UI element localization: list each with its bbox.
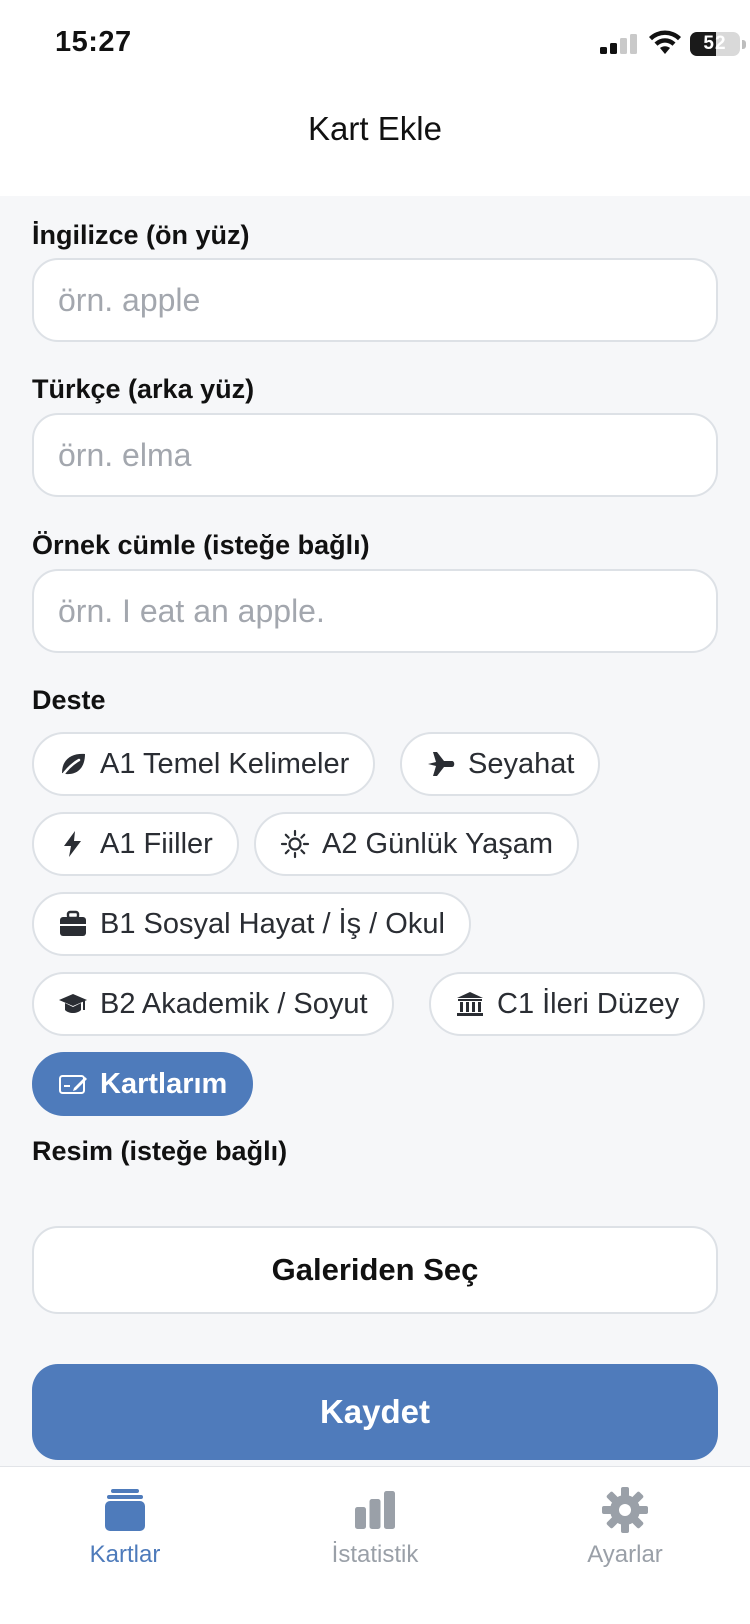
status-bar: 15:27 52 [0,0,750,92]
tab-label: İstatistik [331,1541,419,1568]
wifi-icon [649,30,681,54]
battery-level: 52 [703,33,727,54]
tab-istatistik[interactable]: İstatistik [250,1467,500,1587]
deck-chip-label: A2 Günlük Yaşam [322,827,554,860]
deck-chip-label: Seyahat [468,747,575,780]
tab-label: Ayarlar [587,1541,663,1568]
gear-icon [602,1487,648,1533]
cards-icon [105,1489,145,1531]
graduation-cap-icon [59,994,87,1013]
save-button[interactable]: Kaydet [32,1364,718,1460]
briefcase-icon [60,910,86,936]
institution-icon [457,992,483,1016]
airplane-icon [428,752,455,776]
tab-label: Kartlar [89,1541,161,1568]
front-input[interactable] [32,258,718,342]
deck-chip-b1-sosyal-hayat[interactable]: B1 Sosyal Hayat / İş / Okul [32,892,471,956]
page-title: Kart Ekle [308,110,442,147]
edit-card-icon [59,1075,87,1094]
battery-nub [742,40,746,49]
deck-chip-label: A1 Temel Kelimeler [100,747,350,780]
deck-chip-label: C1 İleri Düzey [497,987,680,1020]
cellular-signal-icon [600,34,637,54]
front-label: İngilizce (ön yüz) [32,220,250,250]
navigation-bar: Kart Ekle [0,92,750,196]
tab-bar: Kartlar İstatistik Ayarlar [0,1466,750,1624]
deck-chip-c1-ileri-duzey[interactable]: C1 İleri Düzey [429,972,706,1036]
deck-chip-b2-akademik[interactable]: B2 Akademik / Soyut [32,972,394,1036]
deck-chip-a1-temel-kelimeler[interactable]: A1 Temel Kelimeler [32,732,376,796]
back-input[interactable] [32,413,718,497]
example-input[interactable] [32,569,718,653]
tab-kartlar[interactable]: Kartlar [0,1467,250,1587]
deck-label: Deste [32,685,106,715]
image-label: Resim (isteğe bağlı) [32,1136,288,1166]
battery-icon: 52 [690,32,740,56]
add-card-form: İngilizce (ön yüz) Türkçe (arka yüz) Örn… [0,196,750,1466]
sun-icon [280,829,310,859]
deck-chip-a1-fiiller[interactable]: A1 Fiiller [32,812,239,876]
choose-from-gallery-button[interactable]: Galeriden Seç [32,1226,718,1314]
deck-chip-label: B1 Sosyal Hayat / İş / Okul [100,907,445,940]
deck-chip-seyahat[interactable]: Seyahat [400,732,601,796]
bar-chart-icon [355,1491,395,1529]
deck-chip-label: Kartlarım [100,1067,228,1100]
leaf-icon [60,753,85,778]
example-label: Örnek cümle (isteğe bağlı) [32,530,370,560]
deck-chip-label: A1 Fiiller [100,827,213,860]
deck-chip-label: B2 Akademik / Soyut [100,987,368,1020]
deck-chip-kartlarim[interactable]: Kartlarım [32,1052,254,1116]
deck-chip-a2-gunluk-yasam[interactable]: A2 Günlük Yaşam [254,812,580,876]
back-label: Türkçe (arka yüz) [32,374,255,404]
lightning-icon [64,831,81,857]
status-time: 15:27 [55,26,132,58]
tab-ayarlar[interactable]: Ayarlar [500,1467,750,1587]
